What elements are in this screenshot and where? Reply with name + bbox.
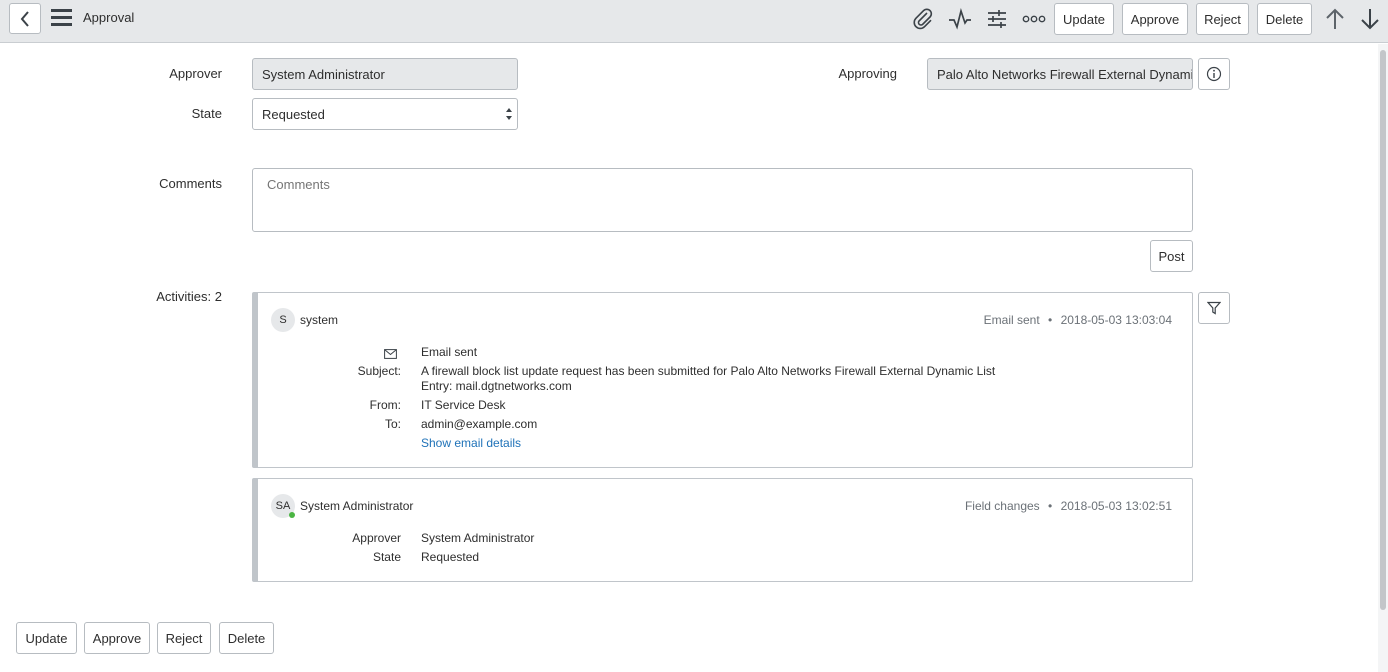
activity-type: Field changes <box>964 499 1040 513</box>
footer-reject-button[interactable]: Reject <box>157 622 211 654</box>
email-heading: Email sent <box>421 345 478 359</box>
activity-meta: Email sent • 2018-05-03 13:03:04 <box>983 313 1172 327</box>
state-select-value: Requested <box>262 106 325 122</box>
paperclip-icon[interactable] <box>910 6 936 32</box>
activity-user: System Administrator <box>300 499 414 513</box>
online-status-dot <box>289 512 295 518</box>
activity-user: system <box>300 313 339 327</box>
delete-button[interactable]: Delete <box>1257 3 1312 35</box>
post-button[interactable]: Post <box>1150 240 1193 272</box>
hamburger-menu-icon[interactable] <box>51 9 73 27</box>
avatar: S <box>271 308 295 332</box>
info-button[interactable] <box>1198 58 1230 90</box>
field-change-value: System Administrator <box>421 531 535 545</box>
page-title: Approval <box>83 10 135 25</box>
info-icon <box>1206 66 1222 82</box>
activity-meta: Field changes • 2018-05-03 13:02:51 <box>964 499 1172 513</box>
back-chevron-icon <box>20 10 29 27</box>
field-change-value: Requested <box>421 550 480 564</box>
sliders-icon[interactable] <box>984 6 1010 32</box>
arrow-down-icon[interactable] <box>1357 6 1383 32</box>
form-header: Approval Update Approve Reject Delete <box>0 0 1388 43</box>
footer-delete-button[interactable]: Delete <box>219 622 274 654</box>
state-label: State <box>191 106 222 121</box>
approver-label: Approver <box>169 66 222 81</box>
subject-line-1: A firewall block list update request has… <box>421 364 996 378</box>
filter-icon <box>1207 301 1221 315</box>
approving-field: Palo Alto Networks Firewall External Dyn… <box>927 58 1193 90</box>
vertical-scrollbar[interactable] <box>1378 44 1388 672</box>
update-button[interactable]: Update <box>1054 3 1114 35</box>
footer-update-button[interactable]: Update <box>16 622 77 654</box>
approve-button[interactable]: Approve <box>1122 3 1188 35</box>
activities-label: Activities: 2 <box>156 289 222 304</box>
to-label: To: <box>384 417 401 431</box>
activity-pulse-icon[interactable] <box>947 6 973 32</box>
from-label: From: <box>369 398 401 412</box>
more-options-icon[interactable] <box>1021 6 1047 32</box>
approving-label: Approving <box>838 66 897 81</box>
field-change-label: Approver <box>352 531 401 545</box>
subject-label: Subject: <box>357 364 401 378</box>
scrollbar-thumb[interactable] <box>1380 50 1386 610</box>
show-email-details-link[interactable]: Show email details <box>421 436 521 450</box>
subject-line-2: Entry: mail.dgtnetworks.com <box>421 379 572 393</box>
activity-card-field-changes: SA System Administrator Field changes • … <box>252 478 1193 582</box>
arrow-up-icon[interactable] <box>1322 6 1348 32</box>
comments-label: Comments <box>159 176 222 191</box>
activity-timestamp: 2018-05-03 13:02:51 <box>1060 499 1172 513</box>
select-arrows-icon <box>506 108 512 120</box>
state-select[interactable]: Requested <box>252 98 518 130</box>
activity-filter-button[interactable] <box>1198 292 1230 324</box>
activity-timestamp: 2018-05-03 13:03:04 <box>1060 313 1172 327</box>
activity-type: Email sent <box>983 313 1040 327</box>
comments-input[interactable] <box>252 168 1193 232</box>
envelope-icon <box>384 347 397 359</box>
activity-card-email: S system Email sent • 2018-05-03 13:03:0… <box>252 292 1193 468</box>
back-button[interactable] <box>9 3 41 34</box>
field-change-label: State <box>372 550 401 564</box>
reject-button[interactable]: Reject <box>1196 3 1249 35</box>
approver-field: System Administrator <box>252 58 518 90</box>
from-value: IT Service Desk <box>421 398 506 412</box>
to-value: admin@example.com <box>421 417 538 431</box>
footer-approve-button[interactable]: Approve <box>84 622 150 654</box>
